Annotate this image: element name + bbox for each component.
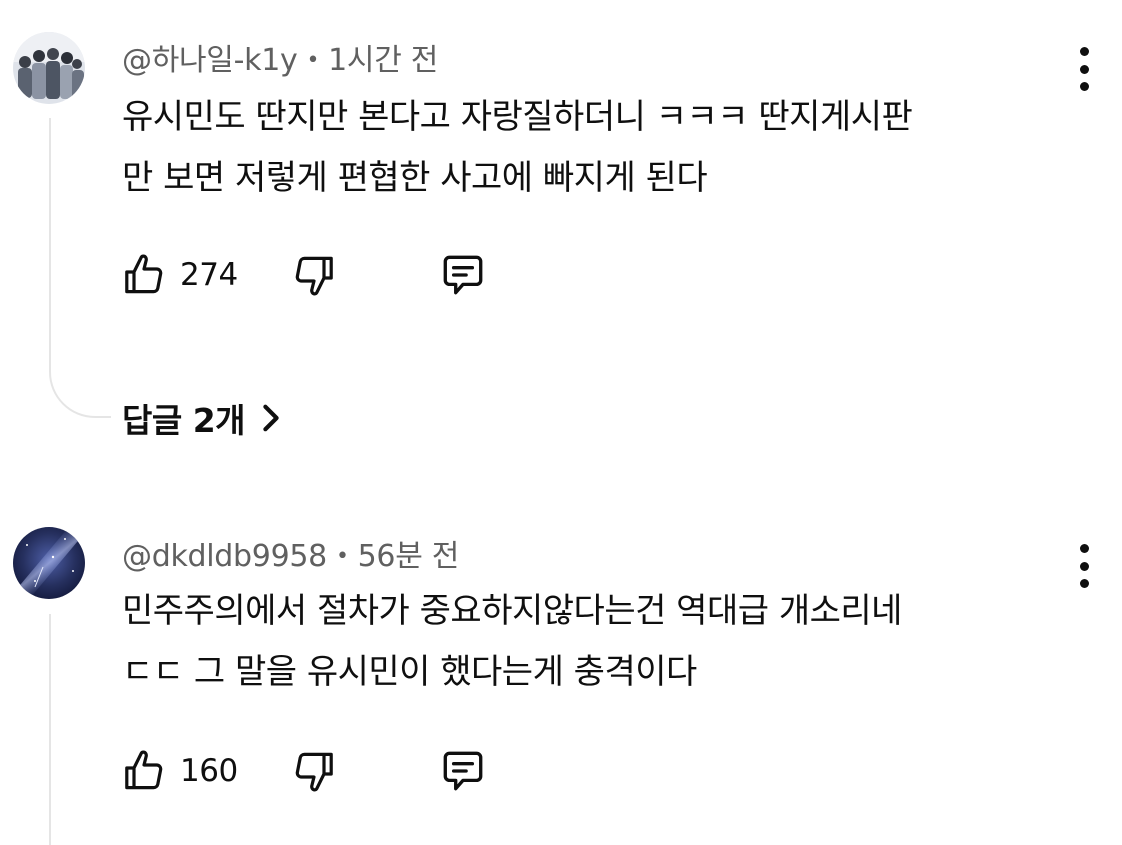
comment-line: 민주주의에서 절차가 중요하지않다는건 역대급 개소리네: [122, 591, 902, 631]
more-vertical-icon[interactable]: [1072, 47, 1096, 91]
comment-meta: @dkdldb9958 • 56분 전: [122, 539, 460, 574]
timestamp[interactable]: 1시간 전: [328, 43, 438, 78]
chevron-right-icon: [263, 404, 279, 432]
dislike-button[interactable]: [290, 250, 338, 300]
like-button[interactable]: 274: [120, 250, 238, 300]
reply-button[interactable]: [438, 746, 488, 796]
thumbs-down-icon: [295, 752, 333, 792]
comment-line: 만 보면 저렇게 편협한 사고에 빠지게 된다: [122, 158, 708, 198]
more-vertical-icon[interactable]: [1072, 544, 1096, 588]
like-count: 274: [180, 257, 238, 293]
comment-text: 유시민도 딴지만 본다고 자랑질하더니 ㅋㅋㅋ 딴지게시판 만 보면 저렇게 편…: [122, 87, 1062, 209]
comment-2: @dkdldb9958 • 56분 전 민주주의에서 절차가 중요하지않다는건 역대…: [0, 470, 1122, 845]
dislike-button[interactable]: [290, 746, 338, 796]
reply-button[interactable]: [438, 250, 488, 300]
thread-connector: [49, 366, 111, 418]
comment-1: @하나일-k1y • 1시간 전 유시민도 딴지만 본다고 자랑질하더니 ㅋㅋㅋ 딴…: [0, 0, 1122, 470]
thread-line: [49, 614, 51, 845]
comment-text: 민주주의에서 절차가 중요하지않다는건 역대급 개소리네 ㄷㄷ 그 말을 유시민…: [122, 581, 1062, 703]
avatar[interactable]: [13, 32, 85, 104]
view-replies-button[interactable]: 답글 2개: [122, 394, 281, 442]
comment-icon: [443, 751, 483, 791]
thumbs-up-icon: [125, 750, 163, 790]
author-handle[interactable]: @dkdldb9958: [122, 539, 327, 574]
avatar-image: [13, 32, 85, 104]
comment-meta: @하나일-k1y • 1시간 전: [122, 43, 439, 78]
timestamp[interactable]: 56분 전: [358, 539, 460, 574]
like-count: 160: [180, 753, 238, 789]
comment-icon: [443, 255, 483, 295]
comment-line: 유시민도 딴지만 본다고 자랑질하더니 ㅋㅋㅋ 딴지게시판: [122, 97, 913, 137]
thumbs-down-icon: [295, 256, 333, 296]
avatar-image: [13, 527, 85, 599]
avatar[interactable]: [13, 527, 85, 599]
comment-line: ㄷㄷ 그 말을 유시민이 했다는게 충격이다: [122, 652, 697, 692]
replies-label: 답글 2개: [122, 401, 246, 440]
thumbs-up-icon: [125, 254, 163, 294]
thread-line: [49, 118, 51, 366]
author-handle[interactable]: @하나일-k1y: [122, 43, 298, 78]
like-button[interactable]: 160: [120, 746, 238, 796]
